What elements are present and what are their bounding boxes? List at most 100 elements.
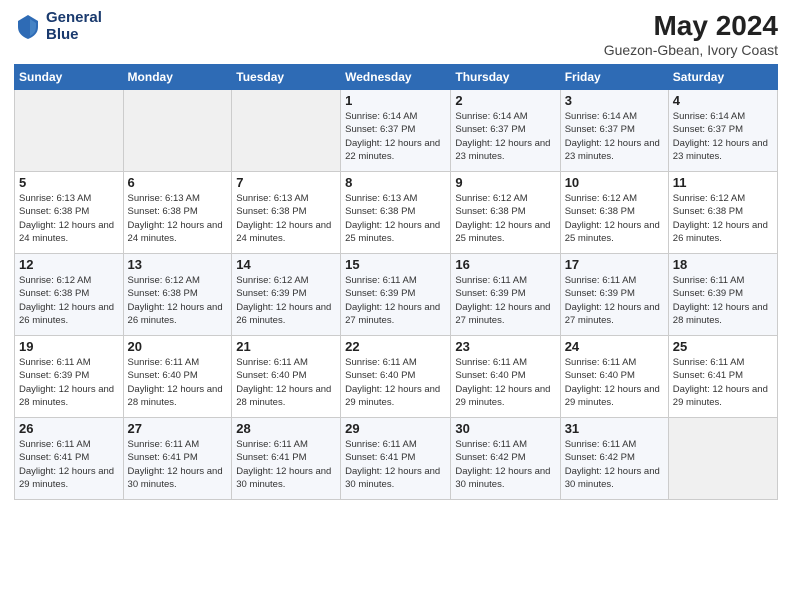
calendar: Sunday Monday Tuesday Wednesday Thursday… — [14, 64, 778, 500]
day-cell: 12 Sunrise: 6:12 AM Sunset: 6:38 PM Dayli… — [15, 254, 124, 336]
day-number: 3 — [565, 93, 664, 108]
day-cell: 31Sunrise: 6:11 AM Sunset: 6:42 PM Dayli… — [560, 418, 668, 500]
day-cell: 20Sunrise: 6:11 AM Sunset: 6:40 PM Dayli… — [123, 336, 232, 418]
day-cell: 19 Sunrise: 6:11 AM Sunset: 6:39 PM Dayli… — [15, 336, 124, 418]
header-monday: Monday — [123, 65, 232, 90]
header-row: Sunday Monday Tuesday Wednesday Thursday… — [15, 65, 778, 90]
day-cell: 3 Sunrise: 6:14 AM Sunset: 6:37 PM Daylig… — [560, 90, 668, 172]
day-info: Sunrise: 6:12 AM Sunset: 6:38 PM Dayligh… — [455, 192, 555, 245]
day-info: Sunrise: 6:12 AM Sunset: 6:38 PM Dayligh… — [19, 274, 119, 327]
day-info: Sunrise: 6:11 AM Sunset: 6:39 PM Dayligh… — [673, 274, 773, 327]
header-saturday: Saturday — [668, 65, 777, 90]
day-cell: 10 Sunrise: 6:12 AM Sunset: 6:38 PM Dayli… — [560, 172, 668, 254]
day-number: 15 — [345, 257, 446, 272]
week-row-2: 5 Sunrise: 6:13 AM Sunset: 6:38 PM Daylig… — [15, 172, 778, 254]
day-info: Sunrise: 6:13 AM Sunset: 6:38 PM Dayligh… — [19, 192, 119, 245]
month-title: May 2024 — [604, 10, 778, 42]
day-number: 16 — [455, 257, 555, 272]
day-number: 14 — [236, 257, 336, 272]
day-cell: 2 Sunrise: 6:14 AM Sunset: 6:37 PM Daylig… — [451, 90, 560, 172]
calendar-body: 1Sunrise: 6:14 AM Sunset: 6:37 PM Daylig… — [15, 90, 778, 500]
header-tuesday: Tuesday — [232, 65, 341, 90]
day-number: 6 — [128, 175, 228, 190]
day-info: Sunrise: 6:14 AM Sunset: 6:37 PM Dayligh… — [455, 110, 555, 163]
header: General Blue May 2024 Guezon-Gbean, Ivor… — [14, 10, 778, 58]
day-number: 2 — [455, 93, 555, 108]
header-sunday: Sunday — [15, 65, 124, 90]
day-number: 10 — [565, 175, 664, 190]
day-info: Sunrise: 6:14 AM Sunset: 6:37 PM Dayligh… — [565, 110, 664, 163]
day-number: 17 — [565, 257, 664, 272]
day-number: 28 — [236, 421, 336, 436]
day-cell — [15, 90, 124, 172]
title-block: May 2024 Guezon-Gbean, Ivory Coast — [604, 10, 778, 58]
day-cell: 13Sunrise: 6:12 AM Sunset: 6:38 PM Dayli… — [123, 254, 232, 336]
day-number: 24 — [565, 339, 664, 354]
day-cell: 25Sunrise: 6:11 AM Sunset: 6:41 PM Dayli… — [668, 336, 777, 418]
day-info: Sunrise: 6:11 AM Sunset: 6:41 PM Dayligh… — [673, 356, 773, 409]
day-cell: 24Sunrise: 6:11 AM Sunset: 6:40 PM Dayli… — [560, 336, 668, 418]
day-cell: 1Sunrise: 6:14 AM Sunset: 6:37 PM Daylig… — [341, 90, 451, 172]
day-info: Sunrise: 6:11 AM Sunset: 6:41 PM Dayligh… — [236, 438, 336, 491]
day-info: Sunrise: 6:11 AM Sunset: 6:41 PM Dayligh… — [128, 438, 228, 491]
day-info: Sunrise: 6:14 AM Sunset: 6:37 PM Dayligh… — [345, 110, 446, 163]
day-number: 5 — [19, 175, 119, 190]
day-cell: 8Sunrise: 6:13 AM Sunset: 6:38 PM Daylig… — [341, 172, 451, 254]
header-wednesday: Wednesday — [341, 65, 451, 90]
day-info: Sunrise: 6:12 AM Sunset: 6:38 PM Dayligh… — [128, 274, 228, 327]
day-cell: 29Sunrise: 6:11 AM Sunset: 6:41 PM Dayli… — [341, 418, 451, 500]
day-number: 30 — [455, 421, 555, 436]
day-cell: 15 Sunrise: 6:11 AM Sunset: 6:39 PM Dayli… — [341, 254, 451, 336]
day-info: Sunrise: 6:11 AM Sunset: 6:39 PM Dayligh… — [565, 274, 664, 327]
day-cell: 17 Sunrise: 6:11 AM Sunset: 6:39 PM Dayli… — [560, 254, 668, 336]
logo: General Blue — [14, 10, 102, 43]
day-cell: 4Sunrise: 6:14 AM Sunset: 6:37 PM Daylig… — [668, 90, 777, 172]
day-cell: 26 Sunrise: 6:11 AM Sunset: 6:41 PM Dayli… — [15, 418, 124, 500]
day-number: 29 — [345, 421, 446, 436]
week-row-1: 1Sunrise: 6:14 AM Sunset: 6:37 PM Daylig… — [15, 90, 778, 172]
logo-text: General Blue — [46, 10, 102, 43]
day-info: Sunrise: 6:11 AM Sunset: 6:40 PM Dayligh… — [236, 356, 336, 409]
day-number: 18 — [673, 257, 773, 272]
day-info: Sunrise: 6:11 AM Sunset: 6:39 PM Dayligh… — [455, 274, 555, 327]
calendar-header: Sunday Monday Tuesday Wednesday Thursday… — [15, 65, 778, 90]
logo-line1: General — [46, 10, 102, 27]
day-number: 19 — [19, 339, 119, 354]
day-cell: 11 Sunrise: 6:12 AM Sunset: 6:38 PM Dayli… — [668, 172, 777, 254]
location-subtitle: Guezon-Gbean, Ivory Coast — [604, 42, 778, 58]
day-info: Sunrise: 6:11 AM Sunset: 6:40 PM Dayligh… — [455, 356, 555, 409]
week-row-4: 19 Sunrise: 6:11 AM Sunset: 6:39 PM Dayli… — [15, 336, 778, 418]
day-number: 12 — [19, 257, 119, 272]
day-info: Sunrise: 6:11 AM Sunset: 6:39 PM Dayligh… — [19, 356, 119, 409]
day-info: Sunrise: 6:12 AM Sunset: 6:39 PM Dayligh… — [236, 274, 336, 327]
day-cell: 9Sunrise: 6:12 AM Sunset: 6:38 PM Daylig… — [451, 172, 560, 254]
day-cell: 22Sunrise: 6:11 AM Sunset: 6:40 PM Dayli… — [341, 336, 451, 418]
day-cell: 18 Sunrise: 6:11 AM Sunset: 6:39 PM Dayli… — [668, 254, 777, 336]
day-cell — [668, 418, 777, 500]
day-cell: 21 Sunrise: 6:11 AM Sunset: 6:40 PM Dayli… — [232, 336, 341, 418]
day-info: Sunrise: 6:14 AM Sunset: 6:37 PM Dayligh… — [673, 110, 773, 163]
day-cell: 5 Sunrise: 6:13 AM Sunset: 6:38 PM Daylig… — [15, 172, 124, 254]
day-info: Sunrise: 6:11 AM Sunset: 6:42 PM Dayligh… — [565, 438, 664, 491]
day-cell — [123, 90, 232, 172]
day-number: 27 — [128, 421, 228, 436]
day-info: Sunrise: 6:11 AM Sunset: 6:42 PM Dayligh… — [455, 438, 555, 491]
day-info: Sunrise: 6:11 AM Sunset: 6:41 PM Dayligh… — [19, 438, 119, 491]
day-cell: 27 Sunrise: 6:11 AM Sunset: 6:41 PM Dayli… — [123, 418, 232, 500]
logo-icon — [14, 13, 42, 41]
day-info: Sunrise: 6:12 AM Sunset: 6:38 PM Dayligh… — [565, 192, 664, 245]
week-row-3: 12 Sunrise: 6:12 AM Sunset: 6:38 PM Dayli… — [15, 254, 778, 336]
day-number: 20 — [128, 339, 228, 354]
day-cell: 7 Sunrise: 6:13 AM Sunset: 6:38 PM Daylig… — [232, 172, 341, 254]
day-number: 7 — [236, 175, 336, 190]
header-friday: Friday — [560, 65, 668, 90]
day-info: Sunrise: 6:11 AM Sunset: 6:40 PM Dayligh… — [345, 356, 446, 409]
day-cell: 30 Sunrise: 6:11 AM Sunset: 6:42 PM Dayli… — [451, 418, 560, 500]
day-number: 21 — [236, 339, 336, 354]
day-info: Sunrise: 6:11 AM Sunset: 6:39 PM Dayligh… — [345, 274, 446, 327]
day-number: 11 — [673, 175, 773, 190]
day-number: 26 — [19, 421, 119, 436]
day-cell: 14 Sunrise: 6:12 AM Sunset: 6:39 PM Dayli… — [232, 254, 341, 336]
day-info: Sunrise: 6:12 AM Sunset: 6:38 PM Dayligh… — [673, 192, 773, 245]
day-info: Sunrise: 6:13 AM Sunset: 6:38 PM Dayligh… — [236, 192, 336, 245]
